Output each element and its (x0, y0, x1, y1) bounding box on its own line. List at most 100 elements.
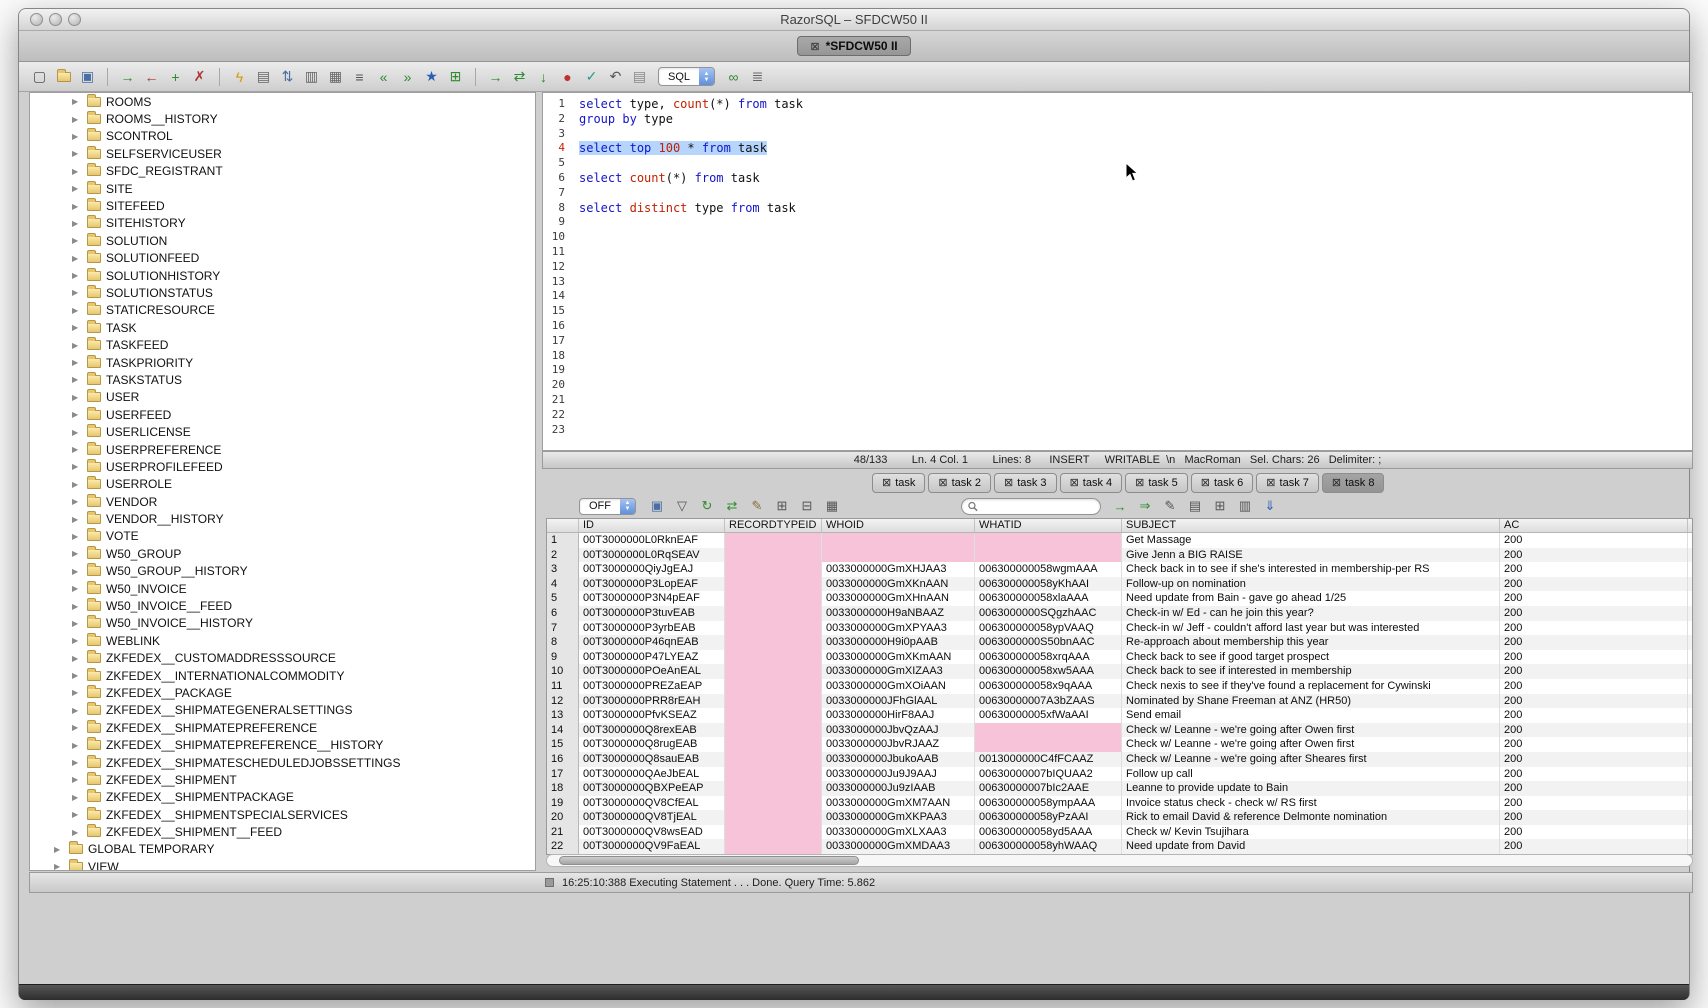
code-line[interactable]: select top 100 * from task (579, 141, 1692, 156)
export-results-icon[interactable]: ▥ (1234, 497, 1256, 515)
code-line[interactable] (579, 260, 1692, 275)
disclosure-triangle-icon[interactable]: ▶ (72, 288, 83, 297)
grid-cell[interactable]: 200 (1500, 533, 1688, 548)
grid-cell[interactable] (725, 635, 822, 650)
grid-cell[interactable] (822, 533, 975, 548)
open-file-icon[interactable] (53, 66, 74, 87)
code-line[interactable] (579, 393, 1692, 408)
delete-connection-icon[interactable]: ✗ (189, 66, 210, 87)
tree-item-sfdc-registrant[interactable]: ▶SFDC_REGISTRANT (30, 163, 535, 180)
grid-cell[interactable]: 00T3000000POeAnEAL (579, 664, 725, 679)
disclosure-triangle-icon[interactable]: ▶ (54, 862, 65, 871)
filter-results-icon[interactable]: ▽ (671, 497, 693, 515)
title-bar[interactable]: RazorSQL – SFDCW50 II (19, 9, 1689, 31)
grid-cell[interactable]: Re-approach about membership this year (1122, 635, 1500, 650)
zoom-button[interactable] (68, 13, 81, 26)
disclosure-triangle-icon[interactable]: ▶ (72, 115, 83, 124)
table-row[interactable]: 800T3000000P46qnEAB0033000000H9i0pAAB006… (547, 635, 1692, 650)
grid-cell[interactable]: 006300000058wgmAAA (975, 562, 1122, 577)
close-tab-icon[interactable]: ⊠ (1332, 476, 1341, 489)
tree-item-solutionhistory[interactable]: ▶SOLUTIONHISTORY (30, 267, 535, 284)
close-tab-icon[interactable]: ⊠ (938, 476, 947, 489)
grid-cell[interactable]: 200 (1500, 737, 1688, 752)
disclosure-triangle-icon[interactable]: ▶ (72, 341, 83, 350)
results-tab-task-8[interactable]: ⊠task 8 (1322, 473, 1385, 493)
results-tab-task-5[interactable]: ⊠task 5 (1125, 473, 1188, 493)
tree-item-zkfedex-shipmatepreference-history[interactable]: ▶ZKFEDEX__SHIPMATEPREFERENCE__HISTORY (30, 736, 535, 753)
disclosure-triangle-icon[interactable]: ▶ (72, 636, 83, 645)
grid-cell[interactable]: 200 (1500, 723, 1688, 738)
grid-cell[interactable]: 00T3000000QV8TjEAL (579, 810, 725, 825)
view-row-icon[interactable]: ▤ (1184, 497, 1206, 515)
grid-cell[interactable]: Check back to see if interested in membe… (1122, 664, 1500, 679)
table-row[interactable]: 2000T3000000QV8TjEAL0033000000GmXKPAA300… (547, 810, 1692, 825)
outdent-icon[interactable]: « (373, 66, 394, 87)
grid-cell[interactable] (725, 694, 822, 709)
grid-cell[interactable] (725, 723, 822, 738)
close-tab-icon[interactable]: ⊠ (1004, 476, 1013, 489)
row-number-cell[interactable]: 3 (547, 562, 579, 577)
grid-cell[interactable]: 00T3000000QV8CfEAL (579, 796, 725, 811)
grid-cell[interactable]: 0033000000GmXPYAA3 (822, 621, 975, 636)
search-all-icon[interactable]: ⇒ (1134, 497, 1156, 515)
tree-item-zkfedex-shipmentspecialservices[interactable]: ▶ZKFEDEX__SHIPMENTSPECIALSERVICES (30, 806, 535, 823)
tree-item-zkfedex-shipmategeneralsettings[interactable]: ▶ZKFEDEX__SHIPMATEGENERALSETTINGS (30, 702, 535, 719)
code-line[interactable] (579, 378, 1692, 393)
grid-cell[interactable]: 00630000007bIc2AAE (975, 781, 1122, 796)
grid-cell[interactable] (725, 606, 822, 621)
disclosure-triangle-icon[interactable]: ▶ (72, 549, 83, 558)
table-row[interactable]: 200T3000000L0RqSEAVGive Jenn a BIG RAISE… (547, 548, 1692, 563)
grid-cell[interactable]: 00T3000000P47LYEAZ (579, 650, 725, 665)
tree-item-userpreference[interactable]: ▶USERPREFERENCE (30, 441, 535, 458)
grid-cell[interactable]: 0033000000GmXHnAAN (822, 591, 975, 606)
grid-cell[interactable] (725, 621, 822, 636)
results-tab-task-3[interactable]: ⊠task 3 (994, 473, 1057, 493)
tree-item-zkfedex-package[interactable]: ▶ZKFEDEX__PACKAGE (30, 684, 535, 701)
document-tab[interactable]: ⊠ *SFDCW50 II (797, 36, 910, 56)
grid-cell[interactable]: 200 (1500, 694, 1688, 709)
grid-cell[interactable]: 200 (1500, 606, 1688, 621)
grid-cell[interactable]: 0033000000Ju9zIAAB (822, 781, 975, 796)
disclosure-triangle-icon[interactable]: ▶ (72, 775, 83, 784)
close-tab-icon[interactable]: ⊠ (1070, 476, 1079, 489)
table-row[interactable]: 2200T3000000QV9FaEAL0033000000GmXMDAA300… (547, 839, 1692, 854)
tree-item-taskpriority[interactable]: ▶TASKPRIORITY (30, 354, 535, 371)
tree-item-userprofilefeed[interactable]: ▶USERPROFILEFEED (30, 458, 535, 475)
grid-cell[interactable]: 0033000000H9i0pAAB (822, 635, 975, 650)
row-number-cell[interactable]: 5 (547, 591, 579, 606)
minimize-button[interactable] (49, 13, 62, 26)
grid-cell[interactable]: 00T3000000P3LopEAF (579, 577, 725, 592)
tree-item-sitefeed[interactable]: ▶SITEFEED (30, 197, 535, 214)
row-number-cell[interactable]: 15 (547, 737, 579, 752)
code-line[interactable] (579, 186, 1692, 201)
disclosure-triangle-icon[interactable]: ▶ (72, 97, 83, 106)
code-line[interactable] (579, 423, 1692, 438)
table-row[interactable]: 900T3000000P47LYEAZ0033000000GmXKmAAN006… (547, 650, 1692, 665)
code-line[interactable]: select type, count(*) from task (579, 97, 1692, 112)
disclosure-triangle-icon[interactable]: ▶ (72, 706, 83, 715)
grid-cell[interactable]: Check-in w/ Ed - can he join this year? (1122, 606, 1500, 621)
tree-item-rooms[interactable]: ▶ROOMS (30, 93, 535, 110)
grid-cell[interactable]: 006300000058yKhAAI (975, 577, 1122, 592)
edit-cell-icon[interactable]: ✎ (1159, 497, 1181, 515)
tree-item-rooms-history[interactable]: ▶ROOMS__HISTORY (30, 110, 535, 127)
grid-cell[interactable]: 0013000000C4fFCAAZ (975, 752, 1122, 767)
grid-cell[interactable]: 0063000000S50bnAAC (975, 635, 1122, 650)
grid-cell[interactable]: Check back in to see if she's interested… (1122, 562, 1500, 577)
disclosure-triangle-icon[interactable]: ▶ (72, 323, 83, 332)
tree-item-sitehistory[interactable]: ▶SITEHISTORY (30, 215, 535, 232)
table-row[interactable]: 1600T3000000Q8sauEAB0033000000JbukoAAB00… (547, 752, 1692, 767)
close-tab-icon[interactable]: ⊠ (810, 40, 819, 53)
grid-cell[interactable]: 0033000000H9aNBAAZ (822, 606, 975, 621)
grid-cell[interactable]: 00T3000000P3tuvEAB (579, 606, 725, 621)
grid-cell[interactable] (725, 533, 822, 548)
tree-item-zkfedex-shipment[interactable]: ▶ZKFEDEX__SHIPMENT (30, 771, 535, 788)
tree-item-taskstatus[interactable]: ▶TASKSTATUS (30, 371, 535, 388)
table-row[interactable]: 1900T3000000QV8CfEAL0033000000GmXM7AAN00… (547, 796, 1692, 811)
paste-icon[interactable]: ▦ (325, 66, 346, 87)
disclosure-triangle-icon[interactable]: ▶ (72, 723, 83, 732)
grid-cell[interactable] (725, 825, 822, 840)
sql-mode-select[interactable]: SQL ▲▼ (658, 67, 715, 86)
grid-cell[interactable]: 006300000058xrqAAA (975, 650, 1122, 665)
column-header-ac[interactable]: AC (1500, 519, 1688, 532)
